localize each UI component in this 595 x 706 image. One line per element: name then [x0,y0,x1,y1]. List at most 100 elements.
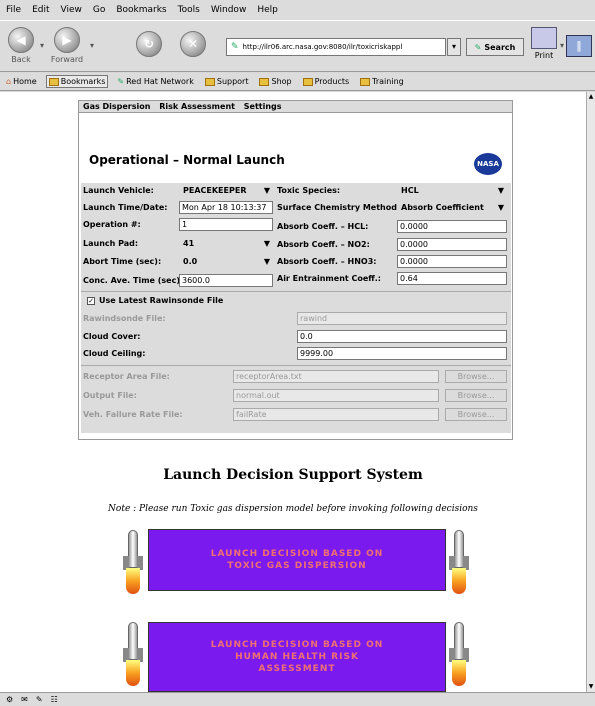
bookmarks-bar: ⌂ Home Bookmarks ✎ Red Hat Network Support… [0,73,595,91]
coeff-hcl-field[interactable]: 0.0000 [397,220,507,233]
cloud-ceiling-label: Cloud Ceiling: [83,349,146,358]
launch-pad-label: Launch Pad: [83,239,139,248]
bookmark-label: Shop [271,77,292,86]
back-dropdown-icon[interactable]: ▾ [40,41,44,50]
print-label: Print [534,51,554,60]
rawinsonde-file-field[interactable]: rawind [297,312,507,325]
url-input[interactable]: ✎ http://ilr06.arc.nasa.gov:8080/ilr/tox… [226,38,446,56]
bookmark-bookmarks[interactable]: Bookmarks [45,75,109,88]
toxic-species-select[interactable]: HCL ▼ [397,184,507,197]
bookmark-products[interactable]: Products [301,76,352,87]
failure-browse-button[interactable]: Browse... [445,408,507,421]
cloud-cover-field[interactable]: 0.0 [297,330,507,343]
coeff-hno3-field[interactable]: 0.0000 [397,255,507,268]
decision-line: TOXIC GAS DISPERSION [227,561,367,571]
decision-line: LAUNCH DECISION BASED ON [210,549,384,559]
folder-icon [259,77,270,86]
rocket-icon [122,622,144,688]
menu-go[interactable]: Go [93,5,105,15]
url-text: http://ilr06.arc.nasa.gov:8080/ilr/toxic… [242,43,403,51]
coeff-no2-field[interactable]: 0.0000 [397,238,507,251]
receptor-browse-button[interactable]: Browse... [445,370,507,383]
bookmark-home[interactable]: ⌂ Home [4,76,39,87]
launch-vehicle-select[interactable]: PEACEKEEPER ▼ [179,184,273,197]
chevron-down-icon: ▼ [497,203,504,212]
output-label: Output File: [83,391,137,400]
url-dropdown-icon[interactable]: ▾ [447,38,461,56]
folder-icon [204,77,215,86]
tab-gas-dispersion[interactable]: Gas Dispersion [83,102,150,111]
applet-panel: Gas Dispersion Risk Assessment Settings … [78,100,513,440]
surface-chemistry-select[interactable]: Absorb Coefficient ▼ [397,201,507,214]
conc-time-field[interactable]: 3600.0 [179,274,273,287]
output-browse-button[interactable]: Browse... [445,389,507,402]
bookmark-redhat[interactable]: ✎ Red Hat Network [115,76,195,87]
stop-icon: ✕ [180,31,206,57]
page-icon: ✎ [231,42,239,52]
forward-button[interactable]: ▶ Forward [50,27,84,69]
divider [81,291,511,292]
bookmark-label: Products [314,77,350,86]
menu-tools[interactable]: Tools [178,5,200,15]
reload-button[interactable]: ↻ [132,31,166,73]
bookmark-label: Support [216,77,249,86]
folder-icon [302,77,313,86]
chevron-down-icon: ▼ [263,239,270,248]
operation-label: Operation #: [83,220,141,229]
air-entrainment-field[interactable]: 0.64 [397,272,507,285]
print-button[interactable]: Print [529,27,559,67]
bookmark-shop[interactable]: Shop [257,76,293,87]
coeff-hno3-label: Absorb Coeff. – HNO3: [277,257,377,266]
divider [81,365,511,366]
toxic-species-value: HCL [401,186,419,195]
decision-line: ASSESSMENT [258,664,336,674]
navigator-icon[interactable]: ⚙ [6,695,13,704]
scroll-down-icon[interactable]: ▼ [587,683,595,691]
rocket-icon [448,530,470,596]
composer-icon[interactable]: ✎ [36,695,43,704]
bookmark-training[interactable]: Training [358,76,406,87]
failure-rate-label: Veh. Failure Rate File: [83,410,183,419]
back-label: Back [11,55,31,64]
rocket-icon [122,530,144,596]
tab-risk-assessment[interactable]: Risk Assessment [159,102,235,111]
launch-time-field[interactable]: Mon Apr 18 10:13:37 [179,201,273,214]
launch-vehicle-value: PEACEKEEPER [183,186,247,195]
rawinsonde-checkbox[interactable]: ✓ [87,297,95,305]
failure-rate-field[interactable]: failRate [233,408,439,421]
bookmark-support[interactable]: Support [203,76,251,87]
search-button[interactable]: ✎ Search [466,38,524,56]
output-field[interactable]: normal.out [233,389,439,402]
menu-edit[interactable]: Edit [32,5,49,15]
throbber-icon[interactable]: ‖ [566,35,592,57]
menu-window[interactable]: Window [211,5,247,15]
scroll-up-icon[interactable]: ▲ [587,93,595,101]
receptor-field[interactable]: receptorArea.txt [233,370,439,383]
launch-vehicle-label: Launch Vehicle: [83,186,154,195]
forward-dropdown-icon[interactable]: ▾ [90,41,94,50]
tab-settings[interactable]: Settings [244,102,282,111]
menu-help[interactable]: Help [257,5,278,15]
launch-pad-select[interactable]: 41 ▼ [179,237,273,250]
menu-view[interactable]: View [61,5,82,15]
menu-bar: File Edit View Go Bookmarks Tools Window… [0,0,595,20]
page-content: Gas Dispersion Risk Assessment Settings … [0,92,586,692]
back-button[interactable]: ◀ Back [4,27,38,69]
coeff-hcl-label: Absorb Coeff. – HCL: [277,222,369,231]
menu-bookmarks[interactable]: Bookmarks [116,5,166,15]
cloud-ceiling-field[interactable]: 9999.00 [297,347,507,360]
abort-time-select[interactable]: 0.0 ▼ [179,255,273,268]
stop-button[interactable]: ✕ [176,31,210,73]
operation-field[interactable]: 1 [179,218,273,231]
print-dropdown-icon[interactable]: ▾ [560,41,564,50]
health-risk-decision-button[interactable]: LAUNCH DECISION BASED ON HUMAN HEALTH RI… [148,622,446,692]
folder-icon [360,77,371,86]
vertical-scrollbar[interactable]: ▲ ▼ [586,92,595,692]
mail-icon[interactable]: ✉ [21,695,28,704]
surface-chemistry-label: Surface Chemistry Method: [277,203,401,212]
address-book-icon[interactable]: ☷ [51,695,58,704]
toxic-gas-decision-button[interactable]: LAUNCH DECISION BASED ON TOXIC GAS DISPE… [148,529,446,591]
forward-arrow-icon: ▶ [54,27,80,53]
menu-file[interactable]: File [6,5,21,15]
launch-pad-value: 41 [183,239,195,248]
